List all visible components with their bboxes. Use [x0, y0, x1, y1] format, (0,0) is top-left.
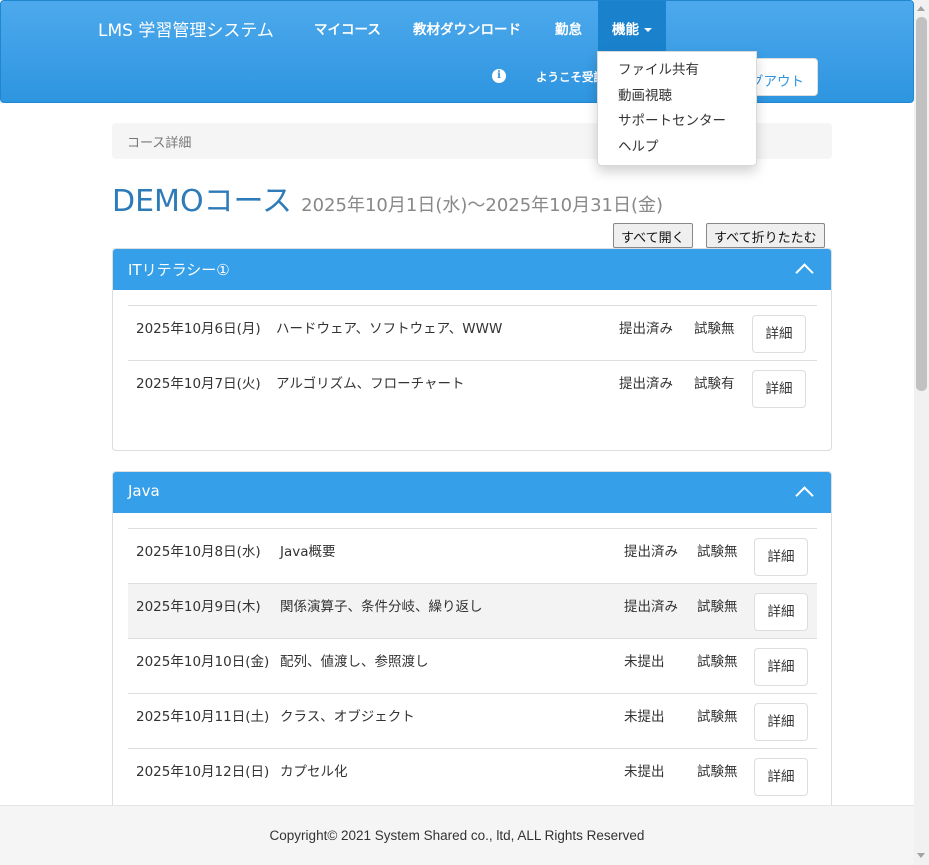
copyright-text: Copyright© 2021 System Shared co., ltd, … [269, 828, 645, 843]
footer: Copyright© 2021 System Shared co., ltd, … [0, 805, 914, 865]
row-exam: 試験有 [694, 376, 735, 392]
table-row: 2025年10月9日(木) 関係演算子、条件分岐、繰り返し 提出済み 試験無 詳… [128, 583, 817, 638]
nav-attendance[interactable]: 勤怠 [555, 18, 582, 38]
detail-button[interactable]: 詳細 [754, 538, 808, 576]
row-status: 提出済み [619, 376, 673, 392]
row-exam: 試験無 [697, 599, 738, 615]
row-date: 2025年10月10日(金) [136, 654, 270, 670]
row-topic: ハードウェア、ソフトウェア、WWW [276, 321, 503, 337]
row-status: 未提出 [624, 654, 665, 670]
menu-item-file-share[interactable]: ファイル共有 [598, 60, 756, 86]
row-topic: 配列、値渡し、参照渡し [280, 654, 429, 670]
row-status: 提出済み [619, 321, 673, 337]
row-exam: 試験無 [694, 321, 735, 337]
nav-my-course[interactable]: マイコース [314, 18, 381, 38]
welcome-text: ようこそ受講生 [536, 70, 606, 84]
brand-logo[interactable]: LMS 学習管理システム [98, 16, 274, 41]
detail-button[interactable]: 詳細 [754, 758, 808, 796]
page-title: DEMOコース 2025年10月1日(水)～2025年10月31日(金) [112, 176, 663, 220]
course-period: 2025年10月1日(水)～2025年10月31日(金) [301, 195, 664, 216]
row-topic: Java概要 [280, 544, 336, 560]
row-status: 提出済み [624, 544, 678, 560]
caret-down-icon [644, 28, 652, 32]
table-row: 2025年10月12日(日) カプセル化 未提出 試験無 詳細 [128, 748, 817, 803]
features-dropdown: ファイル共有 動画視聴 サポートセンター ヘルプ [597, 51, 757, 166]
row-exam: 試験無 [697, 544, 738, 560]
chevron-up-icon[interactable] [795, 486, 814, 505]
section-heading[interactable]: Java [113, 472, 831, 513]
section-panel-java: Java 2025年10月8日(水) Java概要 提出済み 試験無 詳細 20… [112, 471, 832, 816]
row-status: 未提出 [624, 709, 665, 725]
section-heading[interactable]: ITリテラシー① [113, 249, 831, 290]
row-date: 2025年10月7日(火) [136, 376, 261, 392]
info-icon[interactable]: i [492, 69, 506, 83]
detail-button[interactable]: 詳細 [754, 593, 808, 631]
table-row: 2025年10月11日(土) クラス、オブジェクト 未提出 試験無 詳細 [128, 693, 817, 748]
row-topic: カプセル化 [280, 764, 348, 780]
top-navbar: LMS 学習管理システム マイコース 教材ダウンロード 勤怠 機能 i ようこそ… [0, 0, 914, 103]
section-panel-it-literacy: ITリテラシー① 2025年10月6日(月) ハードウェア、ソフトウェア、WWW… [112, 248, 832, 451]
course-name: DEMOコース [112, 184, 293, 219]
chevron-up-icon[interactable] [795, 263, 814, 282]
detail-button[interactable]: 詳細 [754, 648, 808, 686]
row-date: 2025年10月8日(水) [136, 544, 261, 560]
row-date: 2025年10月9日(木) [136, 599, 261, 615]
table-row: 2025年10月7日(火) アルゴリズム、フローチャート 提出済み 試験有 詳細 [128, 360, 817, 415]
section-title: ITリテラシー① [128, 261, 230, 279]
row-status: 提出済み [624, 599, 678, 615]
scroll-down-arrow-icon[interactable] [917, 853, 925, 858]
section-title: Java [128, 482, 160, 500]
table-row: 2025年10月6日(月) ハードウェア、ソフトウェア、WWW 提出済み 試験無… [128, 305, 817, 360]
row-exam: 試験無 [697, 654, 738, 670]
detail-button[interactable]: 詳細 [752, 370, 806, 408]
menu-item-video[interactable]: 動画視聴 [598, 86, 756, 112]
table-row: 2025年10月10日(金) 配列、値渡し、参照渡し 未提出 試験無 詳細 [128, 638, 817, 693]
nav-material-download[interactable]: 教材ダウンロード [413, 18, 521, 38]
row-exam: 試験無 [697, 709, 738, 725]
row-status: 未提出 [624, 764, 665, 780]
row-topic: アルゴリズム、フローチャート [276, 376, 465, 392]
scrollbar-thumb[interactable] [916, 17, 927, 391]
menu-item-help[interactable]: ヘルプ [598, 137, 756, 163]
row-topic: クラス、オブジェクト [280, 709, 415, 725]
row-date: 2025年10月12日(日) [136, 764, 270, 780]
scroll-up-arrow-icon[interactable] [917, 6, 925, 11]
breadcrumb-item: コース詳細 [127, 136, 192, 151]
row-topic: 関係演算子、条件分岐、繰り返し [280, 599, 483, 615]
detail-button[interactable]: 詳細 [752, 315, 806, 353]
menu-item-support[interactable]: サポートセンター [598, 111, 756, 137]
table-row: 2025年10月8日(水) Java概要 提出済み 試験無 詳細 [128, 528, 817, 583]
collapse-all-button[interactable]: すべて折りたたむ [706, 223, 825, 248]
nav-features-menu[interactable]: 機能 [598, 1, 666, 52]
row-date: 2025年10月6日(月) [136, 321, 261, 337]
row-date: 2025年10月11日(土) [136, 709, 270, 725]
row-exam: 試験無 [697, 764, 738, 780]
expand-all-button[interactable]: すべて開く [613, 223, 693, 248]
nav-features-label: 機能 [612, 22, 639, 38]
detail-button[interactable]: 詳細 [754, 703, 808, 741]
